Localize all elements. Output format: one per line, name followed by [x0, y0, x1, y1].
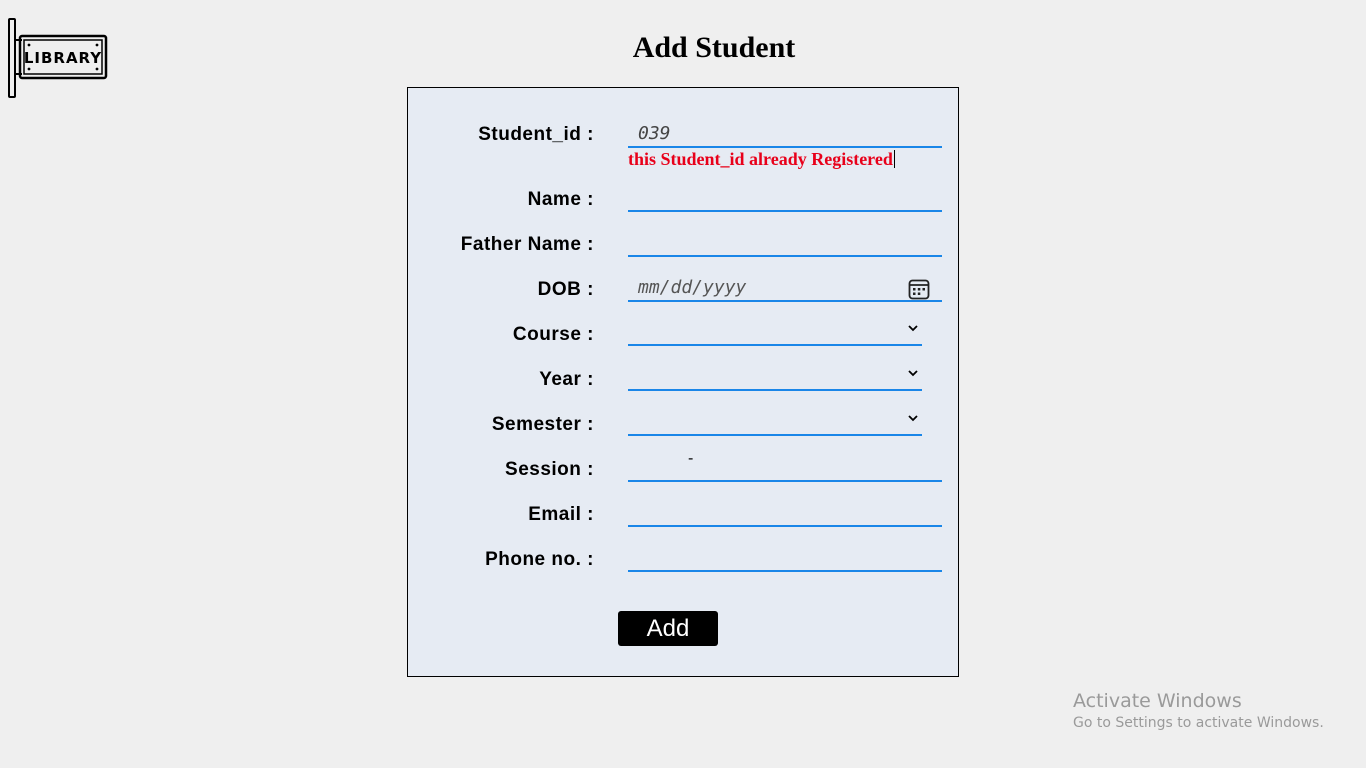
chevron-down-icon: [908, 370, 918, 377]
student-id-error: this Student_id already Registered: [628, 149, 895, 169]
year-select[interactable]: [628, 365, 922, 391]
add-button[interactable]: Add: [618, 611, 718, 646]
phone-input[interactable]: [628, 546, 942, 572]
student-id-value: 039: [638, 123, 671, 144]
page-title: Add Student: [632, 31, 796, 64]
father-name-input[interactable]: [628, 231, 942, 257]
watermark-title: Activate Windows: [1073, 690, 1242, 712]
page: LIBRARY Add Student Student_id : 039 thi…: [0, 0, 1366, 768]
course-select[interactable]: [628, 320, 922, 346]
email-label: Email :: [528, 504, 594, 525]
watermark-subtitle: Go to Settings to activate Windows.: [1073, 715, 1324, 731]
windows-activation-watermark: Activate Windows Go to Settings to activ…: [1073, 689, 1324, 733]
phone-label: Phone no. :: [485, 549, 594, 570]
name-label: Name :: [527, 189, 594, 210]
chevron-down-icon: [908, 325, 918, 332]
dob-input[interactable]: mm/dd/yyyy: [628, 276, 942, 302]
calendar-icon[interactable]: [908, 278, 930, 300]
session-input[interactable]: -: [628, 450, 942, 482]
text-caret: [893, 150, 895, 168]
chevron-down-icon: [908, 415, 918, 422]
add-student-form: Student_id : 039 this Student_id already…: [407, 87, 959, 677]
year-label: Year :: [539, 369, 594, 390]
dob-placeholder: mm/dd/yyyy: [638, 277, 747, 298]
student-id-label: Student_id :: [478, 124, 594, 145]
course-label: Course :: [512, 324, 594, 345]
name-input[interactable]: [628, 186, 942, 212]
father-name-label: Father Name :: [460, 234, 594, 255]
session-label: Session :: [505, 459, 594, 480]
student-id-input[interactable]: 039: [628, 122, 942, 148]
dob-label: DOB :: [537, 279, 594, 300]
semester-label: Semester :: [491, 414, 594, 435]
session-separator: -: [688, 450, 694, 467]
semester-select[interactable]: [628, 410, 922, 436]
email-input[interactable]: [628, 501, 942, 527]
